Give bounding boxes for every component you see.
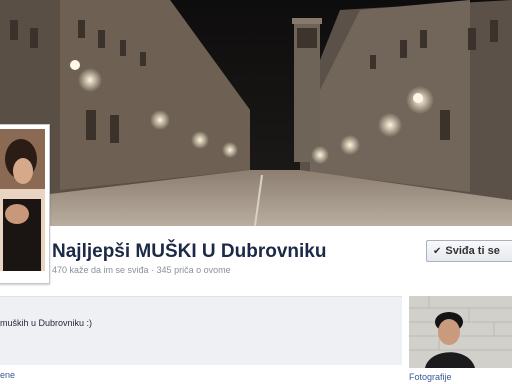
photos-thumbnail[interactable] [409, 296, 512, 368]
profile-picture[interactable] [0, 124, 50, 284]
page-title: Najljepši MUŠKI U Dubrovniku [52, 241, 327, 262]
page-stats: 470 kaže da im se sviđa · 345 priča o ov… [52, 265, 231, 275]
like-button-label: Sviđa ti se [445, 245, 500, 257]
like-button[interactable]: ✔ Sviđa ti se [426, 240, 512, 262]
check-icon: ✔ [433, 245, 442, 257]
about-more-link[interactable]: ene [0, 370, 15, 380]
profile-picture-image [0, 129, 45, 271]
cover-photo[interactable] [0, 0, 512, 226]
about-text: muških u Dubrovniku :) [0, 318, 93, 328]
about-box [0, 296, 402, 365]
photos-thumbnail-image [409, 296, 512, 368]
cover-photo-image [0, 0, 512, 226]
photos-link[interactable]: Fotografije [409, 372, 452, 382]
